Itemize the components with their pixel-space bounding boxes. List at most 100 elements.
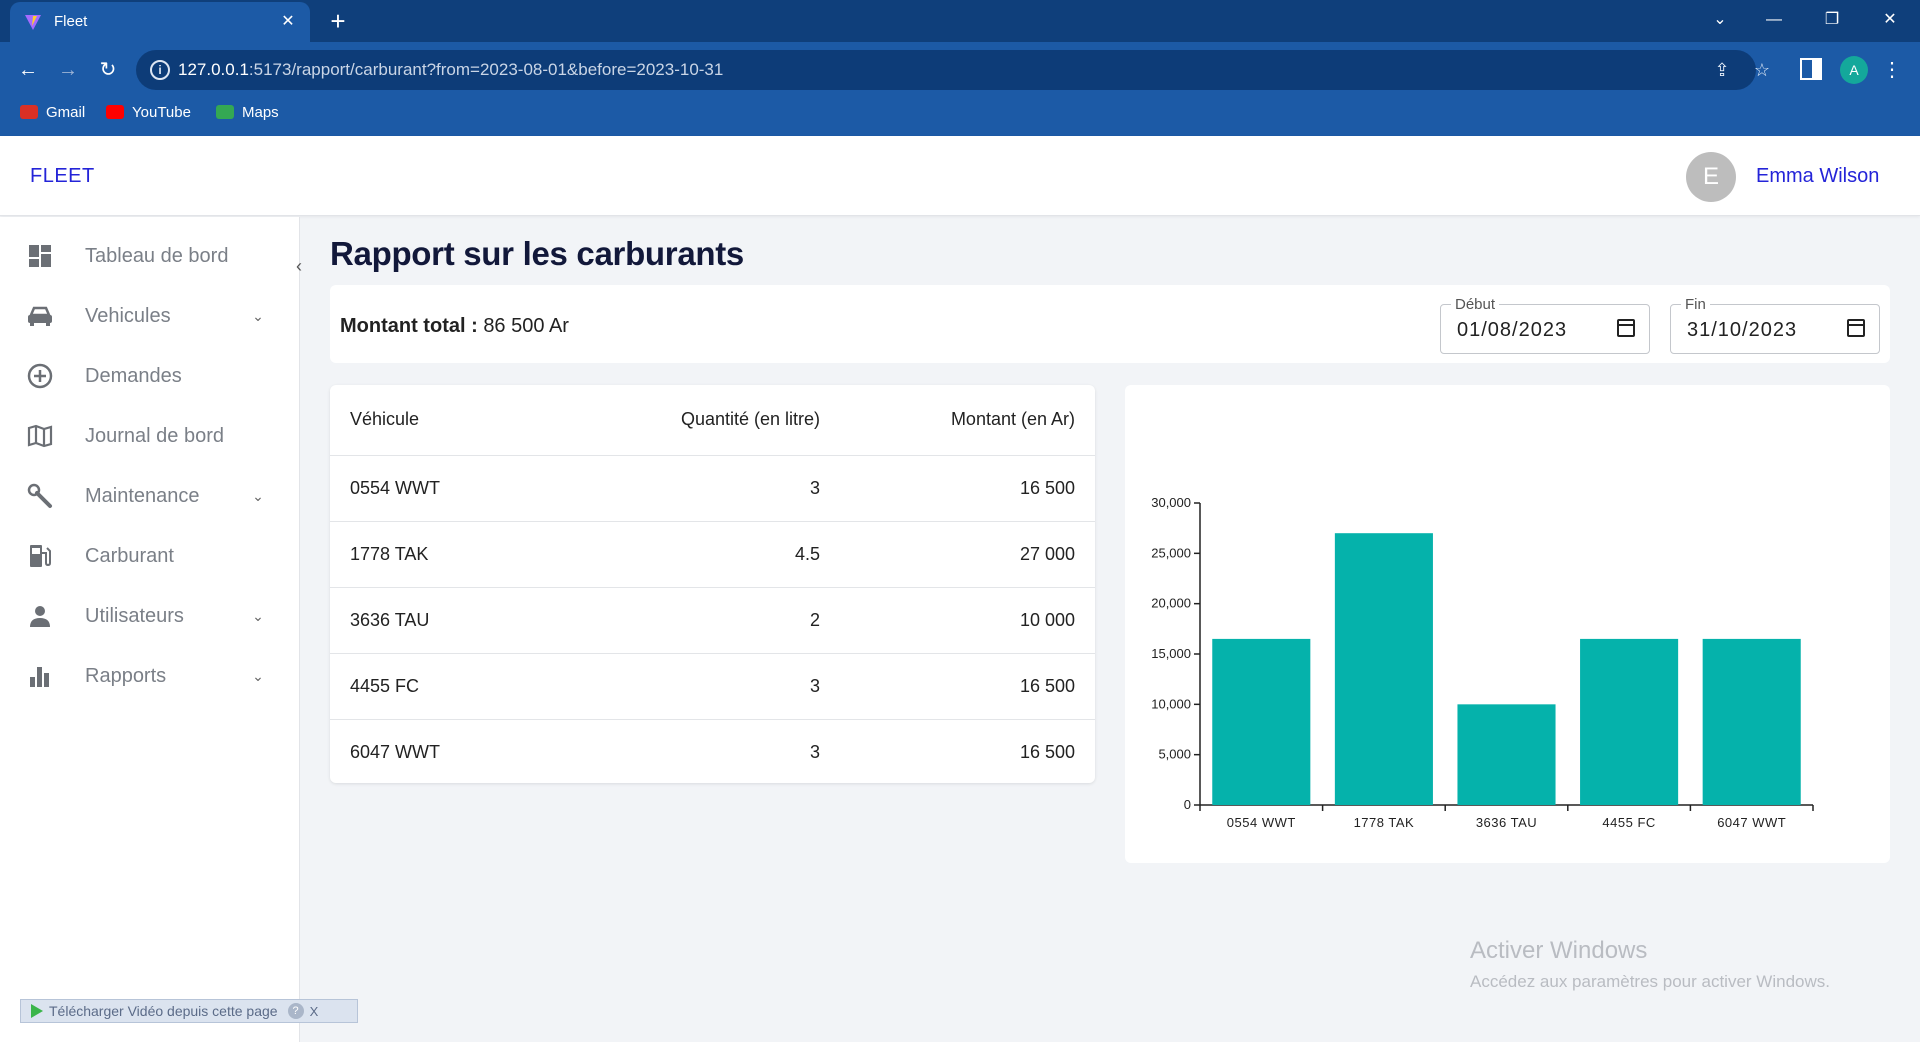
sidebar-item-label: Vehicules	[85, 304, 171, 327]
close-window-icon[interactable]: ✕	[1872, 4, 1908, 36]
url-text[interactable]: 127.0.0.1:5173/rapport/carburant?from=20…	[178, 60, 723, 80]
calendar-icon[interactable]	[1617, 319, 1635, 337]
end-date-field[interactable]: Fin 31/10/2023	[1670, 296, 1880, 354]
dashboard-icon	[26, 242, 54, 270]
sidebar-item-label: Carburant	[85, 544, 174, 567]
sidebar-item-label: Maintenance	[85, 484, 200, 507]
page-title: Rapport sur les carburants	[330, 235, 744, 272]
tab-title: Fleet	[54, 13, 88, 30]
collapse-sidebar-icon[interactable]: ‹	[288, 255, 310, 277]
sidebar-item-journal[interactable]: Journal de bord	[0, 411, 290, 461]
chevron-down-icon: ⌄	[252, 308, 264, 324]
restore-icon[interactable]: ❐	[1814, 4, 1850, 36]
start-date-field[interactable]: Début 01/08/2023	[1440, 296, 1650, 354]
bookmark-label: Gmail	[46, 103, 86, 121]
extension-label[interactable]: Télécharger Vidéo depuis cette page	[49, 1003, 278, 1019]
y-tick-label: 25,000	[1151, 545, 1191, 560]
forward-icon[interactable]: →	[54, 56, 82, 84]
bar-chart-icon	[26, 662, 54, 690]
maps-icon	[216, 105, 234, 119]
tab-search-icon[interactable]: ⌄	[1702, 4, 1738, 36]
cell-montant: 16 500	[1019, 741, 1075, 762]
sidebar-item-maintenance[interactable]: Maintenance ⌄	[0, 471, 290, 521]
table-header-row: Véhicule Quantité (en litre) Montant (en…	[330, 385, 1095, 456]
column-header-quantite: Quantité (en litre)	[570, 385, 840, 456]
reload-icon[interactable]: ↻	[94, 56, 122, 84]
tab-close-icon[interactable]: ✕	[276, 10, 300, 34]
cell-montant: 27 000	[840, 521, 1095, 588]
share-icon[interactable]: ⇪	[1710, 58, 1734, 82]
sidebar-item-utilisateurs[interactable]: Utilisateurs ⌄	[0, 591, 290, 641]
map-icon	[26, 422, 54, 450]
cell-vehicule: 3636 TAU	[330, 587, 570, 654]
sidebar-item-demandes[interactable]: Demandes	[0, 351, 290, 401]
minimize-icon[interactable]: —	[1756, 4, 1792, 36]
help-icon[interactable]: ?	[287, 1003, 304, 1019]
video-download-bar[interactable]: Télécharger Vidéo depuis cette page ? X	[20, 999, 358, 1023]
bar	[1457, 704, 1556, 805]
table-row: 1778 TAK 4.5 27 000	[330, 521, 1095, 588]
cell-montant: 16 500	[840, 455, 1095, 522]
car-icon	[26, 302, 54, 330]
column-header-vehicule: Véhicule	[330, 385, 570, 456]
browser-tab[interactable]: Fleet ✕	[10, 2, 310, 42]
end-date-value[interactable]: 31/10/2023	[1687, 319, 1797, 342]
browser-menu-icon[interactable]: ⋮	[1880, 56, 1904, 84]
sidebar-item-label: Demandes	[85, 364, 182, 387]
end-date-label: Fin	[1681, 296, 1710, 313]
back-icon[interactable]: ←	[14, 56, 42, 84]
browser-chrome: Fleet ✕ + ⌄ — ❐ ✕ ← → ↻ i 127.0.0.1:5173…	[0, 0, 1920, 136]
bookmark-label: Maps	[242, 103, 279, 121]
tab-strip: Fleet ✕ + ⌄ — ❐ ✕	[0, 0, 1920, 42]
user-avatar[interactable]: E	[1686, 152, 1736, 202]
add-circle-icon	[26, 362, 54, 390]
brand-logo[interactable]: FLEET	[30, 165, 95, 188]
y-tick-label: 30,000	[1151, 495, 1191, 510]
profile-avatar[interactable]: A	[1840, 56, 1868, 84]
youtube-icon	[106, 105, 124, 119]
sidebar-item-dashboard[interactable]: Tableau de bord	[0, 231, 290, 281]
fuel-table: Véhicule Quantité (en litre) Montant (en…	[330, 385, 1095, 785]
chevron-down-icon: ⌄	[252, 668, 264, 684]
cell-montant: 10 000	[840, 587, 1095, 654]
cell-vehicule: 4455 FC	[330, 653, 570, 720]
chevron-down-icon: ⌄	[252, 608, 264, 624]
close-icon[interactable]: X	[310, 1004, 319, 1019]
bar	[1212, 638, 1311, 805]
table-row: 0554 WWT 3 16 500	[330, 455, 1095, 522]
sidebar: ‹ Tableau de bord Vehicules ⌄ Demandes J…	[0, 217, 302, 1042]
sidebar-item-carburant[interactable]: Carburant	[0, 531, 290, 581]
fuel-chart-card: 0 5,000 10,000 15,000 20,000 25,000 30,000 0554…	[1125, 385, 1890, 863]
gmail-icon	[20, 105, 38, 119]
side-panel-icon[interactable]	[1800, 58, 1822, 80]
total-label: Montant total :	[340, 315, 478, 337]
bookmark-gmail[interactable]: Gmail	[20, 101, 85, 123]
wrench-icon	[26, 482, 54, 510]
sidebar-item-vehicules[interactable]: Vehicules ⌄	[0, 291, 290, 341]
x-tick-label: 3636 TAU	[1476, 815, 1537, 830]
bookmark-star-icon[interactable]: ☆	[1750, 58, 1774, 82]
windows-activation-title: Activer Windows	[1470, 937, 1648, 964]
bookmark-maps[interactable]: Maps	[216, 101, 279, 123]
start-date-value[interactable]: 01/08/2023	[1457, 319, 1567, 342]
bar	[1702, 638, 1801, 805]
bookmark-youtube[interactable]: YouTube	[106, 101, 191, 123]
y-tick-label: 5,000	[1158, 747, 1191, 762]
sidebar-item-rapports[interactable]: Rapports ⌄	[0, 651, 290, 701]
table-row: 4455 FC 3 16 500	[330, 653, 1095, 720]
cell-vehicule: 6047 WWT	[350, 741, 441, 762]
y-tick-label: 10,000	[1151, 696, 1191, 711]
calendar-icon[interactable]	[1847, 319, 1865, 337]
new-tab-icon[interactable]: +	[324, 8, 352, 36]
cell-montant: 16 500	[840, 653, 1095, 720]
cell-quantite: 3	[570, 455, 840, 522]
site-info-icon[interactable]: i	[150, 60, 170, 80]
x-tick-label: 0554 WWT	[1227, 815, 1296, 830]
user-name[interactable]: Emma Wilson	[1756, 165, 1879, 188]
y-tick-label: 15,000	[1151, 646, 1191, 661]
fuel-icon	[26, 542, 54, 570]
url-host: 127.0.0.1	[178, 60, 249, 79]
table-row: 3636 TAU 2 10 000	[330, 587, 1095, 654]
person-icon	[26, 602, 54, 630]
address-bar[interactable]: i 127.0.0.1:5173/rapport/carburant?from=…	[136, 50, 1770, 90]
